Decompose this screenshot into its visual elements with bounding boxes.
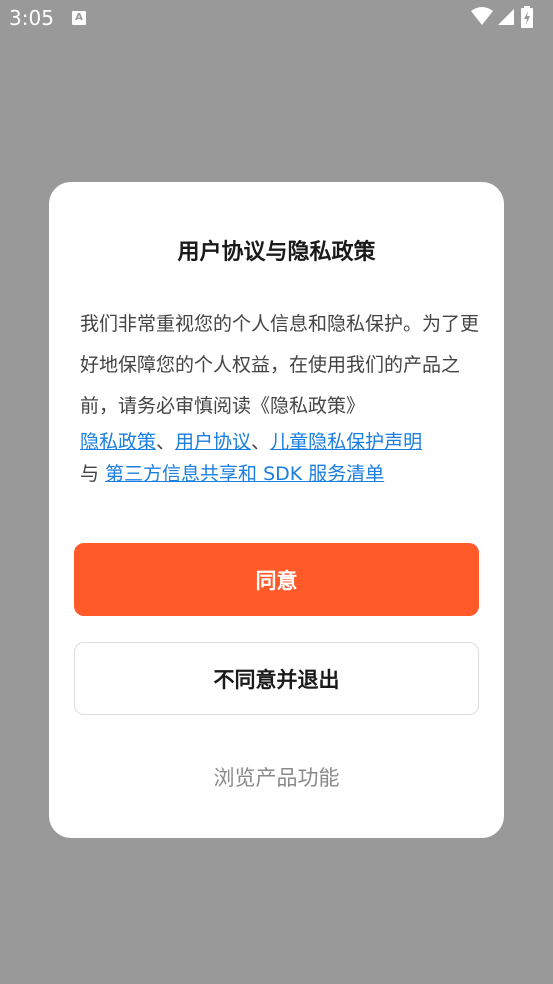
user-agreement-link[interactable]: 用户协议 <box>175 431 251 453</box>
wifi-icon <box>471 7 493 25</box>
dialog-title: 用户协议与隐私政策 <box>177 240 376 265</box>
children-privacy-link[interactable]: 儿童隐私保护声明 <box>270 431 422 453</box>
dialog-body-text: 我们非常重视您的个人信息和隐私保护。为了更好地保障您的个人权益，在使用我们的产品… <box>80 313 480 417</box>
agree-button[interactable]: 同意 <box>74 543 479 616</box>
disagree-exit-button[interactable]: 不同意并退出 <box>74 642 479 715</box>
conjunction-text: 与 <box>80 463 106 485</box>
privacy-dialog: 用户协议与隐私政策 我们非常重视您的个人信息和隐私保护。为了更好地保障您的个人权… <box>49 182 504 838</box>
status-icons <box>471 6 541 28</box>
separator: 、 <box>156 431 176 453</box>
status-bar: 3:05 A <box>0 0 553 36</box>
battery-icon <box>521 6 533 28</box>
policy-links: 隐私政策、用户协议、儿童隐私保护声明 与 第三方信息共享和 SDK 服务清单 <box>80 426 480 490</box>
separator: 、 <box>251 431 271 453</box>
signal-icon <box>498 9 514 25</box>
privacy-policy-link[interactable]: 隐私政策 <box>80 431 156 453</box>
notification-a-icon: A <box>72 11 86 25</box>
browse-products-link[interactable]: 浏览产品功能 <box>49 762 504 792</box>
status-time: 3:05 <box>9 6 54 30</box>
third-party-sdk-link[interactable]: 第三方信息共享和 SDK 服务清单 <box>105 463 384 485</box>
